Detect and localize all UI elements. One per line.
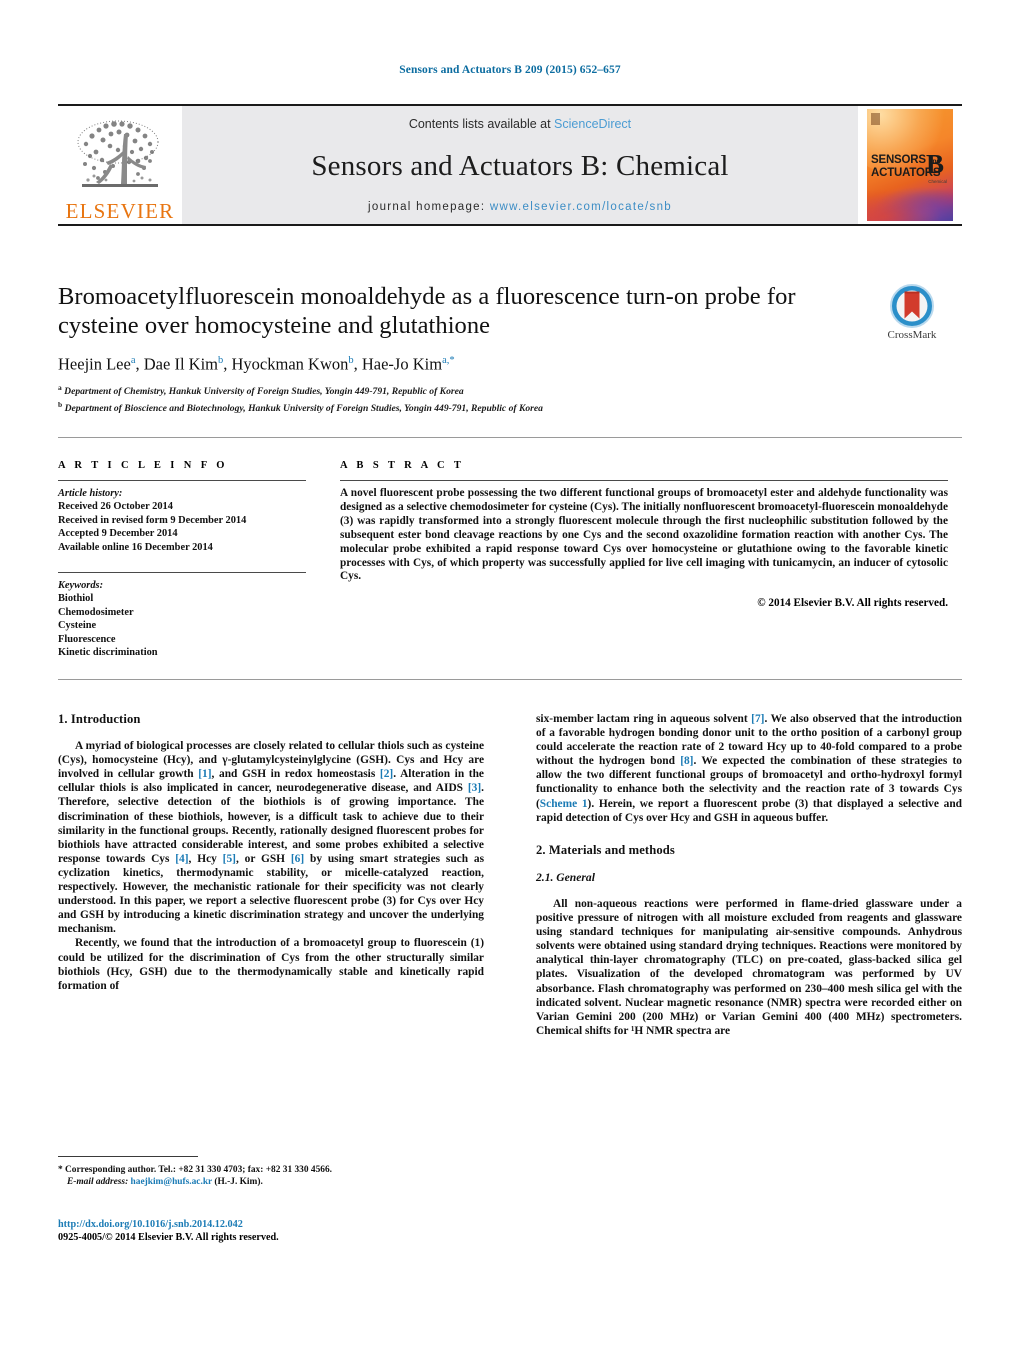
divider bbox=[58, 480, 306, 481]
footnote-corresponding: Corresponding author. Tel.: +82 31 330 4… bbox=[62, 1165, 332, 1175]
text-run: , Hcy bbox=[188, 852, 223, 865]
article-info-heading: A R T I C L E I N F O bbox=[58, 460, 228, 471]
running-head: Sensors and Actuators B 209 (2015) 652–6… bbox=[399, 64, 621, 76]
journal-homepage-line: journal homepage: www.elsevier.com/locat… bbox=[368, 201, 672, 213]
author-name: Hyockman Kwon bbox=[231, 354, 349, 374]
corresponding-author-footnote: * Corresponding author. Tel.: +82 31 330… bbox=[58, 1156, 484, 1188]
text-run: by using smart strategies such as cycliz… bbox=[58, 852, 485, 936]
citation-ref[interactable]: [6] bbox=[291, 853, 304, 865]
section-heading-introduction: 1. Introduction bbox=[58, 712, 141, 726]
affiliation-mark: a bbox=[58, 383, 62, 392]
doi-block: http://dx.doi.org/10.1016/j.snb.2014.12.… bbox=[58, 1218, 488, 1244]
abstract-copyright: © 2014 Elsevier B.V. All rights reserved… bbox=[757, 597, 948, 610]
keyword-item: Cysteine bbox=[58, 620, 97, 632]
article-history: Article history: Received 26 October 201… bbox=[58, 487, 306, 554]
paragraph-general-1: All non-aqueous reactions were performed… bbox=[536, 897, 962, 1037]
history-item: Received 26 October 2014 bbox=[58, 501, 173, 513]
author-list: Heejin Leea, Dae Il Kimb, Hyockman Kwonb… bbox=[58, 354, 455, 374]
history-item: Available online 16 December 2014 bbox=[58, 541, 213, 553]
crossmark-badge[interactable]: CrossMark bbox=[860, 284, 964, 341]
citation-ref[interactable]: [2] bbox=[380, 768, 393, 780]
body-column-left: 1. Introduction A myriad of biological p… bbox=[58, 712, 484, 993]
keyword-item: Fluorescence bbox=[58, 633, 116, 645]
history-item: Received in revised form 9 December 2014 bbox=[58, 514, 247, 526]
history-item: Accepted 9 December 2014 bbox=[58, 528, 178, 540]
citation-ref[interactable]: [3] bbox=[468, 782, 481, 794]
text-run: ). Herein, we report a fluorescent probe… bbox=[536, 797, 962, 824]
author-affil-mark: a,* bbox=[442, 355, 455, 366]
affiliation-list: a Department of Chemistry, Hankuk Univer… bbox=[58, 382, 858, 416]
affiliation-item: b Department of Bioscience and Biotechno… bbox=[58, 399, 858, 416]
divider bbox=[58, 572, 306, 574]
section-heading-materials: 2. Materials and methods bbox=[536, 842, 675, 857]
cover-series-letter: B bbox=[925, 149, 944, 179]
paragraph-intro-3: six-member lactam ring in aqueous solven… bbox=[536, 712, 962, 825]
abstract-text: A novel fluorescent probe possessing the… bbox=[340, 487, 948, 583]
elsevier-tree-icon bbox=[77, 120, 159, 187]
keywords-block: Keywords: Biothiol Chemodosimeter Cystei… bbox=[58, 579, 306, 659]
citation-ref[interactable]: [5] bbox=[223, 853, 236, 865]
email-label: E-mail address: bbox=[67, 1177, 129, 1188]
text-run: , and GSH in redox homeostasis bbox=[211, 768, 380, 781]
footnote-divider bbox=[58, 1156, 198, 1157]
author-name: Hae-Jo Kim bbox=[361, 354, 443, 374]
author-name: Heejin Lee bbox=[58, 354, 131, 374]
keyword-item: Kinetic discrimination bbox=[58, 647, 158, 659]
contents-prefix: Contents lists available at bbox=[408, 117, 555, 131]
affiliation-text: Department of Chemistry, Hankuk Universi… bbox=[64, 386, 464, 398]
email-link[interactable]: haejkim@hufs.ac.kr bbox=[131, 1177, 212, 1187]
doi-link[interactable]: http://dx.doi.org/10.1016/j.snb.2014.12.… bbox=[58, 1218, 488, 1231]
subsection-heading-general: 2.1. General bbox=[536, 870, 595, 884]
cover-artwork: SENSORS and ACTUATORS B Chemical bbox=[867, 109, 953, 221]
keyword-item: Biothiol bbox=[58, 593, 94, 605]
journal-homepage-link[interactable]: www.elsevier.com/locate/snb bbox=[490, 201, 672, 213]
cover-elsevier-mark-icon bbox=[871, 113, 880, 125]
journal-title: Sensors and Actuators B: Chemical bbox=[311, 149, 729, 182]
body-column-right: six-member lactam ring in aqueous solven… bbox=[536, 712, 962, 1038]
divider bbox=[340, 480, 948, 481]
page-title: Bromoacetylfluorescein monoaldehyde as a… bbox=[58, 283, 796, 339]
elsevier-wordmark: ELSEVIER bbox=[65, 199, 175, 223]
affiliation-mark: b bbox=[58, 399, 63, 409]
affiliation-text: Department of Bioscience and Biotechnolo… bbox=[64, 402, 543, 414]
abstract-block: A B S T R A C T A novel fluorescent prob… bbox=[340, 460, 948, 609]
paper-page: Sensors and Actuators B 209 (2015) 652–6… bbox=[0, 0, 1020, 1351]
footnote-text: * Corresponding author. Tel.: +82 31 330… bbox=[58, 1164, 484, 1188]
elsevier-logo: ELSEVIER bbox=[58, 106, 182, 224]
journal-masthead: ELSEVIER Contents lists available at Sci… bbox=[58, 104, 962, 226]
contents-lists-line: Contents lists available at ScienceDirec… bbox=[409, 117, 631, 131]
sciencedirect-link[interactable]: ScienceDirect bbox=[554, 117, 631, 131]
citation-ref[interactable]: [7] bbox=[751, 713, 764, 725]
affiliation-item: a Department of Chemistry, Hankuk Univer… bbox=[58, 382, 858, 399]
cover-line-1: SENSORS bbox=[871, 154, 926, 166]
journal-cover: SENSORS and ACTUATORS B Chemical bbox=[858, 106, 962, 224]
article-history-label: Article history: bbox=[58, 488, 123, 499]
citation-ref[interactable]: [4] bbox=[175, 853, 188, 865]
paragraph-intro-2: Recently, we found that the introduction… bbox=[58, 937, 484, 992]
author-name: Dae Il Kim bbox=[143, 354, 218, 374]
abstract-heading: A B S T R A C T bbox=[340, 460, 465, 471]
masthead-center: Contents lists available at ScienceDirec… bbox=[182, 106, 858, 224]
crossmark-icon bbox=[890, 284, 934, 328]
text-run: six-member lactam ring in aqueous solven… bbox=[536, 713, 752, 725]
keywords-label: Keywords: bbox=[58, 580, 104, 592]
homepage-prefix: journal homepage: bbox=[368, 201, 490, 213]
scheme-link[interactable]: Scheme 1 bbox=[540, 798, 588, 810]
article-info-block: A R T I C L E I N F O Article history: R… bbox=[58, 460, 306, 659]
keyword-item: Chemodosimeter bbox=[58, 606, 134, 618]
author-affil-mark: b bbox=[218, 355, 224, 366]
citation-ref[interactable]: [8] bbox=[680, 755, 693, 767]
crossmark-label: CrossMark bbox=[887, 329, 937, 341]
email-suffix: (H.-J. Kim). bbox=[212, 1177, 263, 1188]
cover-splash bbox=[867, 180, 953, 221]
paragraph-intro-1: A myriad of biological processes are clo… bbox=[58, 739, 484, 936]
issn-copyright-line: 0925-4005/© 2014 Elsevier B.V. All right… bbox=[58, 1232, 279, 1243]
author-affil-mark: a bbox=[130, 355, 136, 366]
author-affil-mark: b bbox=[348, 355, 354, 366]
cover-subtitle: Chemical bbox=[928, 179, 947, 184]
text-run: , or GSH bbox=[235, 852, 291, 865]
citation-ref[interactable]: [1] bbox=[198, 768, 211, 780]
